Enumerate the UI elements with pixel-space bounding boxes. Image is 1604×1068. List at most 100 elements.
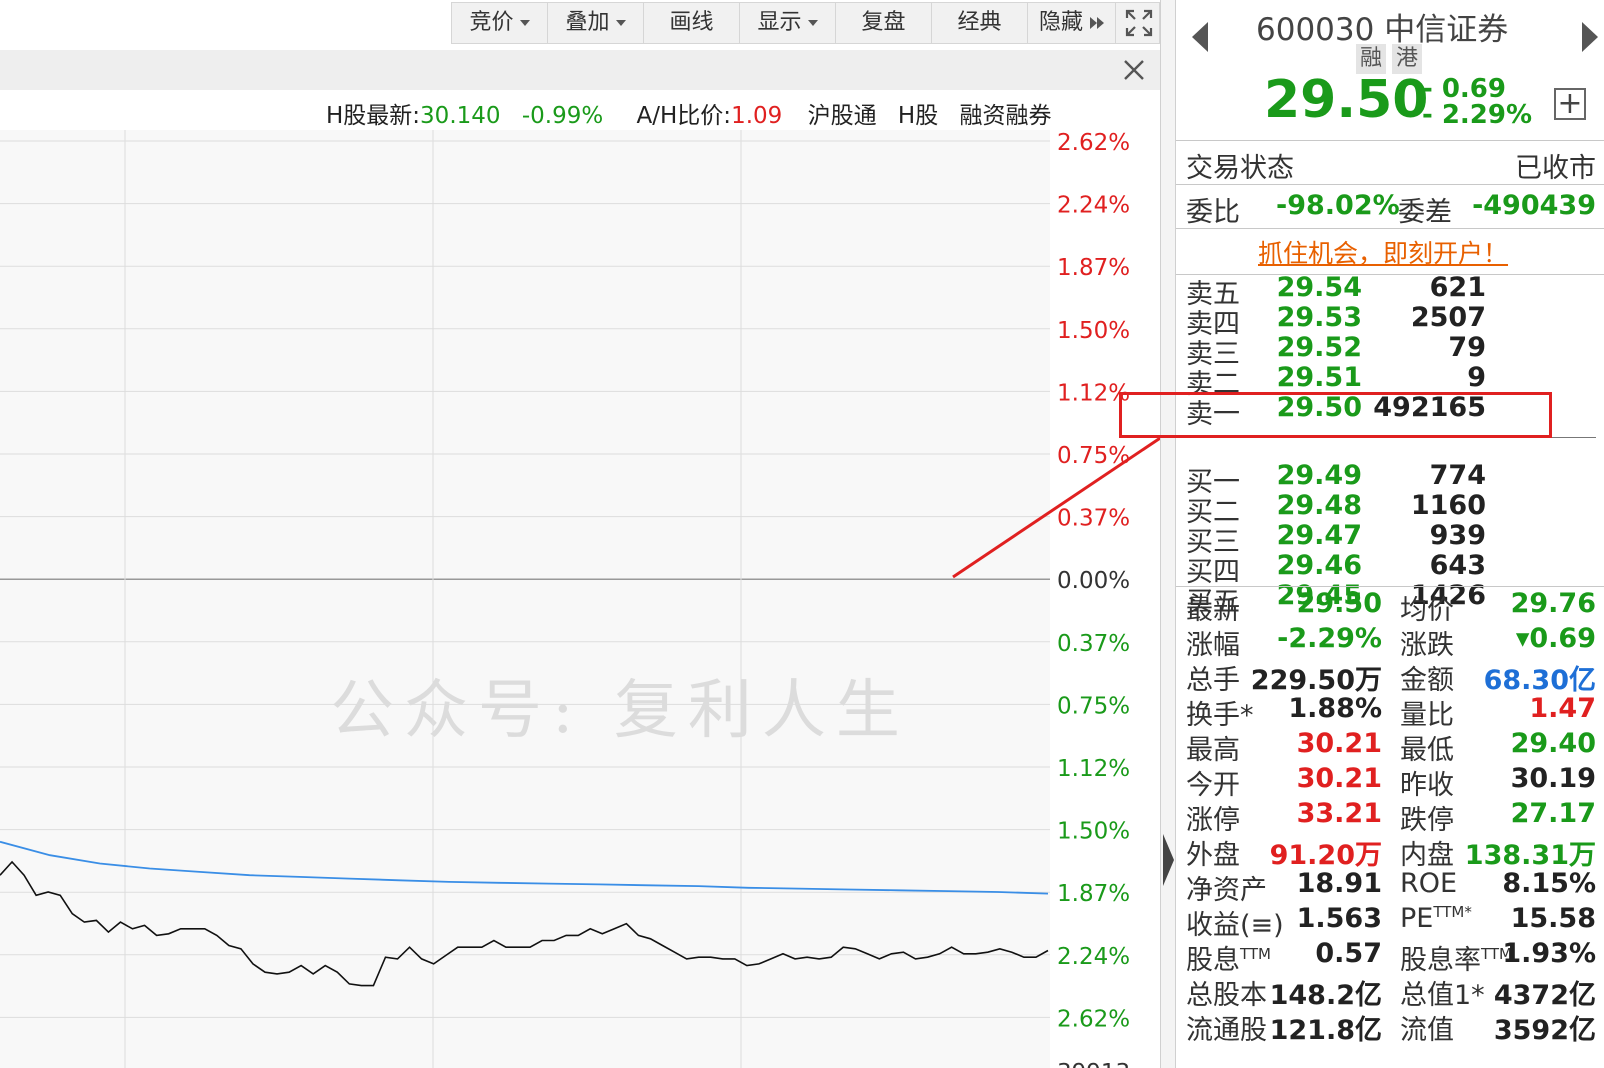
stats-row: 涨停 33.21 跌停 27.17 — [1176, 798, 1604, 836]
stat-label-text: 总手 — [1186, 665, 1240, 696]
stat-value: 29.50 — [1296, 588, 1382, 619]
y-axis-tick-label: 0.75% — [1057, 693, 1130, 719]
divider — [1176, 228, 1604, 229]
stat-label: 股息TTM — [1186, 938, 1271, 977]
h-share-link[interactable]: H股 — [898, 103, 938, 129]
stat-label: 总股本 — [1186, 973, 1267, 1012]
stats-row: 今开 30.21 昨收 30.19 — [1176, 763, 1604, 801]
stat-label: 昨收 — [1400, 763, 1454, 802]
divider — [1176, 140, 1604, 141]
stat-label: 净资产 — [1186, 868, 1267, 907]
stat-label-text: 总值1* — [1400, 980, 1485, 1011]
auction-dropdown[interactable]: 竞价 — [452, 3, 548, 43]
auction-label: 竞价 — [469, 10, 514, 35]
order-volume: 621 — [1429, 272, 1486, 303]
y-axis-tick-label: 1.87% — [1057, 255, 1130, 281]
chart-toolbar: 竞价 叠加 画线 显示 复盘 经典 隐藏 — [451, 2, 1160, 44]
stat-value: 1.93% — [1502, 938, 1596, 969]
stats-row: 总股本 148.2亿 总值1* 4372亿 — [1176, 973, 1604, 1011]
h-share-latest-label: H股最新: — [326, 103, 421, 129]
panel-divider[interactable] — [1160, 0, 1176, 1068]
order-book-bid-row[interactable]: 买二 29.48 1160 — [1176, 490, 1596, 528]
collapse-arrow-icon[interactable] — [1163, 834, 1174, 886]
stat-label: 外盘 — [1186, 833, 1240, 872]
stat-value: ▾0.69 — [1515, 623, 1596, 654]
stock-code-name: 600030 中信证券 — [1256, 12, 1509, 48]
stat-value: 1.88% — [1288, 693, 1382, 724]
order-book-bid-row[interactable]: 买一 29.49 774 — [1176, 460, 1596, 498]
y-axis-tick-label: 1.50% — [1057, 819, 1130, 845]
stat-label-text: 量比 — [1400, 700, 1454, 731]
stat-label-text: 金额 — [1400, 665, 1454, 696]
replay-label: 复盘 — [861, 10, 906, 35]
stat-label-sup: TTM — [1240, 945, 1272, 963]
stat-value: 3592亿 — [1493, 1015, 1596, 1046]
h-share-price: 30.140 — [420, 103, 501, 129]
close-icon[interactable] — [1118, 54, 1150, 86]
stat-value: 27.17 — [1510, 798, 1596, 829]
order-volume: 1160 — [1410, 490, 1486, 521]
order-book-bid-row[interactable]: 买四 29.46 643 — [1176, 550, 1596, 588]
stats-row: 最新 29.50 均价 29.76 — [1176, 588, 1604, 626]
margin-trading-link[interactable]: 融资融券 — [960, 103, 1052, 129]
intraday-chart[interactable]: 2.62% 2.24% 1.87% 1.50% 1.12% 0.75% 0.37% 0.00%… — [0, 130, 1160, 1068]
h-share-change-pct: -0.99% — [521, 103, 604, 129]
classic-button[interactable]: 经典 — [932, 3, 1028, 43]
display-dropdown[interactable]: 显示 — [740, 3, 836, 43]
stat-label: 股息率TTM — [1400, 938, 1512, 977]
classic-label: 经典 — [957, 10, 1002, 35]
commission-ratio-label: 委比 — [1186, 197, 1240, 228]
add-watchlist-button[interactable]: + — [1554, 88, 1586, 120]
next-stock-icon[interactable] — [1580, 20, 1600, 54]
order-book-bid-row[interactable]: 买三 29.47 939 — [1176, 520, 1596, 558]
order-book-ask-row[interactable]: 卖五 29.54 621 — [1176, 272, 1596, 310]
stat-value: 18.91 — [1296, 868, 1382, 899]
order-book-ask-row[interactable]: 卖三 29.52 79 — [1176, 332, 1596, 370]
stat-label-text: 收益(≡) — [1186, 910, 1284, 941]
open-account-link[interactable]: 抓住机会，即刻开户！ — [1258, 234, 1508, 270]
y-axis-tick-label: 1.87% — [1057, 881, 1130, 907]
stats-row: 外盘 91.20万 内盘 138.31万 — [1176, 833, 1604, 871]
ah-ratio-label: A/H比价: — [636, 103, 732, 129]
stat-label-text: 总股本 — [1186, 980, 1267, 1011]
stat-value: 30.21 — [1296, 763, 1382, 794]
overlay-dropdown[interactable]: 叠加 — [548, 3, 644, 43]
stat-label-text: ROE — [1400, 868, 1458, 899]
stat-value: 1.47 — [1529, 693, 1596, 724]
stat-label: 收益(≡) — [1186, 903, 1284, 942]
stat-label-text: 昨收 — [1400, 770, 1454, 801]
stat-value: 229.50万 — [1250, 665, 1382, 696]
fullscreen-button[interactable] — [1116, 3, 1161, 43]
y-axis-tick-label: 2.24% — [1057, 944, 1130, 970]
order-book-ask-row[interactable]: 卖二 29.51 9 — [1176, 362, 1596, 400]
double-arrow-right-icon-2 — [1097, 17, 1104, 29]
chart-plot-area — [0, 130, 1050, 1068]
stats-row: 最高 30.21 最低 29.40 — [1176, 728, 1604, 766]
draw-line-button[interactable]: 画线 — [644, 3, 740, 43]
indicator-bar — [0, 50, 1160, 90]
y-axis-tick-label: 0.37% — [1057, 506, 1130, 532]
order-book-ask-row[interactable]: 卖四 29.53 2507 — [1176, 302, 1596, 340]
chevron-down-icon — [519, 20, 530, 26]
commission-diff-value: -490439 — [1472, 190, 1596, 221]
chevron-down-icon — [807, 20, 818, 26]
fullscreen-icon — [1125, 9, 1152, 37]
stat-label: 均价 — [1400, 588, 1454, 627]
overlay-label: 叠加 — [565, 10, 610, 35]
order-volume: 774 — [1429, 460, 1486, 491]
replay-button[interactable]: 复盘 — [836, 3, 932, 43]
stat-value: 33.21 — [1296, 798, 1382, 829]
chart-y-axis-labels: 2.62% 2.24% 1.87% 1.50% 1.12% 0.75% 0.37% 0.00%… — [1057, 130, 1130, 1032]
stat-label: 涨停 — [1186, 798, 1240, 837]
quote-panel: 600030 中信证券 融港 29.50 - 0.69 - 2.29% + 交易… — [1119, 0, 1604, 1068]
display-label: 显示 — [757, 10, 802, 35]
stat-label-text: 流值 — [1400, 1015, 1454, 1046]
hgt-link[interactable]: 沪股通 — [808, 103, 877, 129]
order-volume: 79 — [1448, 332, 1486, 363]
hide-button[interactable]: 隐藏 — [1028, 3, 1116, 43]
prev-stock-icon[interactable] — [1190, 20, 1210, 54]
stat-label: 量比 — [1400, 693, 1454, 732]
stat-label-text: 外盘 — [1186, 840, 1240, 871]
stats-row: 收益(≡) 1.563 PETTM* 15.58 — [1176, 903, 1604, 941]
double-arrow-right-icon — [1090, 17, 1097, 29]
